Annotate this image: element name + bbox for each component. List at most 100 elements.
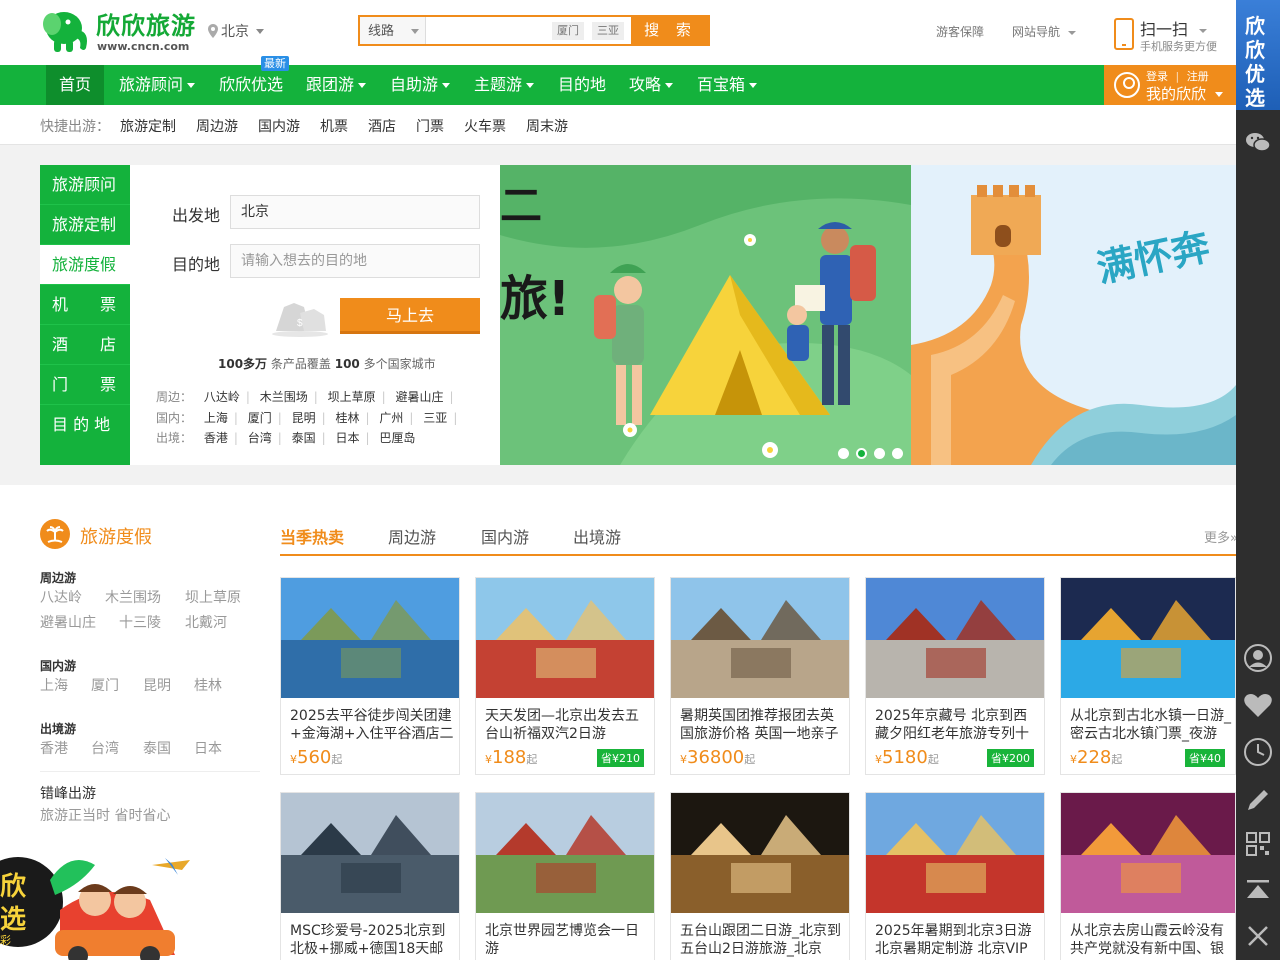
dest-link[interactable]: 广州 [379, 411, 403, 425]
nav-group-tour[interactable]: 跟团游 [294, 65, 378, 105]
quick-link[interactable]: 门票 [416, 116, 444, 136]
banner-camping[interactable]: 二 旅! [500, 165, 911, 465]
tab-domestic[interactable]: 国内游 [481, 524, 529, 548]
nav-self-guided[interactable]: 自助游 [378, 65, 462, 105]
product-title[interactable]: MSC珍爱号-2025北京到北极+挪威+德国18天邮轮 [290, 922, 454, 958]
category-item-active[interactable]: 旅游度假 [40, 245, 130, 285]
carousel-dot[interactable] [892, 448, 903, 459]
quick-link[interactable]: 国内游 [258, 116, 300, 136]
product-card[interactable]: 从北京到古北水镇一日游_密云古北水镇门票_夜游 ¥228起 省¥40 [1060, 577, 1236, 775]
elephant-logo-icon[interactable] [40, 8, 92, 54]
nav-home[interactable]: 首页 [46, 65, 105, 105]
quick-link[interactable]: 火车票 [464, 116, 506, 136]
carousel-dot-active[interactable] [856, 448, 867, 459]
quick-link[interactable]: 旅游定制 [120, 116, 176, 136]
category-link[interactable]: 十三陵 [119, 612, 161, 632]
promo-widget[interactable]: 欣 选 彩 [0, 840, 270, 960]
city-selector[interactable]: 北京 [208, 21, 264, 41]
product-title[interactable]: 五台山跟团二日游_北京到五台山2日游旅游_北京 [680, 922, 844, 958]
product-title[interactable]: 2025年暑期到北京3日游北京暑期定制游 北京VIP [875, 922, 1039, 958]
product-title[interactable]: 暑期英国团推荐报团去英国旅游价格 英国一地亲子 [680, 707, 844, 743]
logo-text[interactable]: 欣欣旅游 [96, 12, 196, 40]
go-button[interactable]: 马上去 [340, 298, 480, 334]
category-link[interactable]: 台湾 [91, 738, 119, 758]
search-tag[interactable]: 厦门 [552, 22, 584, 40]
search-button[interactable]: 搜 索 [631, 15, 710, 46]
category-link[interactable]: 避暑山庄 [40, 612, 96, 632]
product-card[interactable]: 五台山跟团二日游_北京到五台山2日游旅游_北京 [670, 792, 850, 960]
category-link[interactable]: 厦门 [91, 675, 119, 695]
dest-link[interactable]: 台湾 [248, 431, 272, 445]
dest-link[interactable]: 昆明 [292, 411, 316, 425]
to-input[interactable]: 请输入想去的目的地 [230, 244, 480, 278]
wechat-icon[interactable] [1236, 120, 1280, 164]
scan-title[interactable]: 扫一扫 [1140, 16, 1208, 40]
register-link[interactable]: 注册 [1187, 70, 1209, 83]
guarantee-link[interactable]: 游客保障 [936, 23, 984, 40]
tab-abroad[interactable]: 出境游 [573, 524, 621, 548]
category-item[interactable]: 旅游定制 [40, 205, 130, 245]
close-icon[interactable] [1236, 914, 1280, 958]
back-to-top-icon[interactable] [1236, 868, 1280, 912]
nav-treasure-box[interactable]: 百宝箱 [685, 65, 769, 105]
carousel-dot[interactable] [874, 448, 885, 459]
product-title[interactable]: 天天发团—北京出发去五台山祈福双汽2日游 [485, 707, 649, 743]
more-link[interactable]: 更多» [1204, 527, 1238, 546]
product-title[interactable]: 从北京去房山霞云岭没有共产党就没有新中国、银 [1070, 922, 1234, 958]
dest-link[interactable]: 巴厘岛 [379, 431, 415, 445]
category-link[interactable]: 昆明 [143, 675, 171, 695]
category-link[interactable]: 泰国 [143, 738, 171, 758]
quick-link[interactable]: 酒店 [368, 116, 396, 136]
product-card[interactable]: 2025年京藏号 北京到西藏夕阳红老年旅游专列十 ¥5180起 省¥200 [865, 577, 1045, 775]
product-card[interactable]: 天天发团—北京出发去五台山祈福双汽2日游 ¥188起 省¥210 [475, 577, 655, 775]
qr-code-icon[interactable] [1236, 822, 1280, 866]
dest-link[interactable]: 厦门 [248, 411, 272, 425]
category-link[interactable]: 坝上草原 [185, 587, 241, 607]
dest-link[interactable]: 坝上草原 [328, 390, 376, 404]
category-item[interactable]: 机 票 [40, 285, 130, 325]
dest-link[interactable]: 木兰围场 [260, 390, 308, 404]
dest-link[interactable]: 香港 [204, 431, 228, 445]
category-item[interactable]: 门 票 [40, 365, 130, 405]
category-link[interactable]: 木兰围场 [105, 587, 161, 607]
dest-link[interactable]: 上海 [204, 411, 228, 425]
offpeak-title[interactable]: 错峰出游 [40, 783, 96, 803]
category-link[interactable]: 上海 [40, 675, 68, 695]
nav-xinxin-select[interactable]: 欣欣优选 [207, 65, 295, 105]
banner-great-wall[interactable]: 满怀奔 [911, 165, 1236, 465]
tab-nearby[interactable]: 周边游 [388, 524, 436, 548]
category-link[interactable]: 桂林 [194, 675, 222, 695]
dest-link[interactable]: 泰国 [292, 431, 316, 445]
quick-link[interactable]: 周末游 [526, 116, 568, 136]
login-link[interactable]: 登录 [1146, 70, 1168, 83]
site-nav-link[interactable]: 网站导航 [1012, 23, 1076, 40]
dest-link[interactable]: 八达岭 [204, 390, 240, 404]
search-tag[interactable]: 三亚 [592, 22, 624, 40]
carousel-dot[interactable] [838, 448, 849, 459]
nav-travel-advisor[interactable]: 旅游顾问 [107, 65, 207, 105]
product-title[interactable]: 2025去平谷徒步闯关团建+金海湖+入住平谷酒店二 [290, 707, 454, 743]
category-link[interactable]: 香港 [40, 738, 68, 758]
quick-link[interactable]: 机票 [320, 116, 348, 136]
product-title[interactable]: 北京世界园艺博览会一日游 [485, 922, 649, 958]
search-input[interactable] [428, 17, 548, 44]
nav-guides[interactable]: 攻略 [617, 65, 685, 105]
product-title[interactable]: 从北京到古北水镇一日游_密云古北水镇门票_夜游 [1070, 707, 1234, 743]
dest-link[interactable]: 日本 [336, 431, 360, 445]
dest-link[interactable]: 桂林 [336, 411, 360, 425]
nav-destination[interactable]: 目的地 [546, 65, 618, 105]
search-type-select[interactable]: 线路 [360, 17, 426, 44]
user-icon[interactable] [1236, 636, 1280, 680]
dest-link[interactable]: 避暑山庄 [396, 390, 444, 404]
dest-link[interactable]: 三亚 [423, 411, 447, 425]
category-link[interactable]: 北戴河 [185, 612, 227, 632]
product-card[interactable]: MSC珍爱号-2025北京到北极+挪威+德国18天邮轮 [280, 792, 460, 960]
pencil-icon[interactable] [1236, 778, 1280, 822]
product-title[interactable]: 2025年京藏号 北京到西藏夕阳红老年旅游专列十 [875, 707, 1039, 743]
quick-link[interactable]: 周边游 [196, 116, 238, 136]
product-card[interactable]: 2025去平谷徒步闯关团建+金海湖+入住平谷酒店二 ¥560起 [280, 577, 460, 775]
product-card[interactable]: 北京世界园艺博览会一日游 [475, 792, 655, 960]
from-input[interactable]: 北京 [230, 195, 480, 229]
product-card[interactable]: 暑期英国团推荐报团去英国旅游价格 英国一地亲子 ¥36800起 [670, 577, 850, 775]
category-item[interactable]: 目 的 地 [40, 405, 130, 445]
